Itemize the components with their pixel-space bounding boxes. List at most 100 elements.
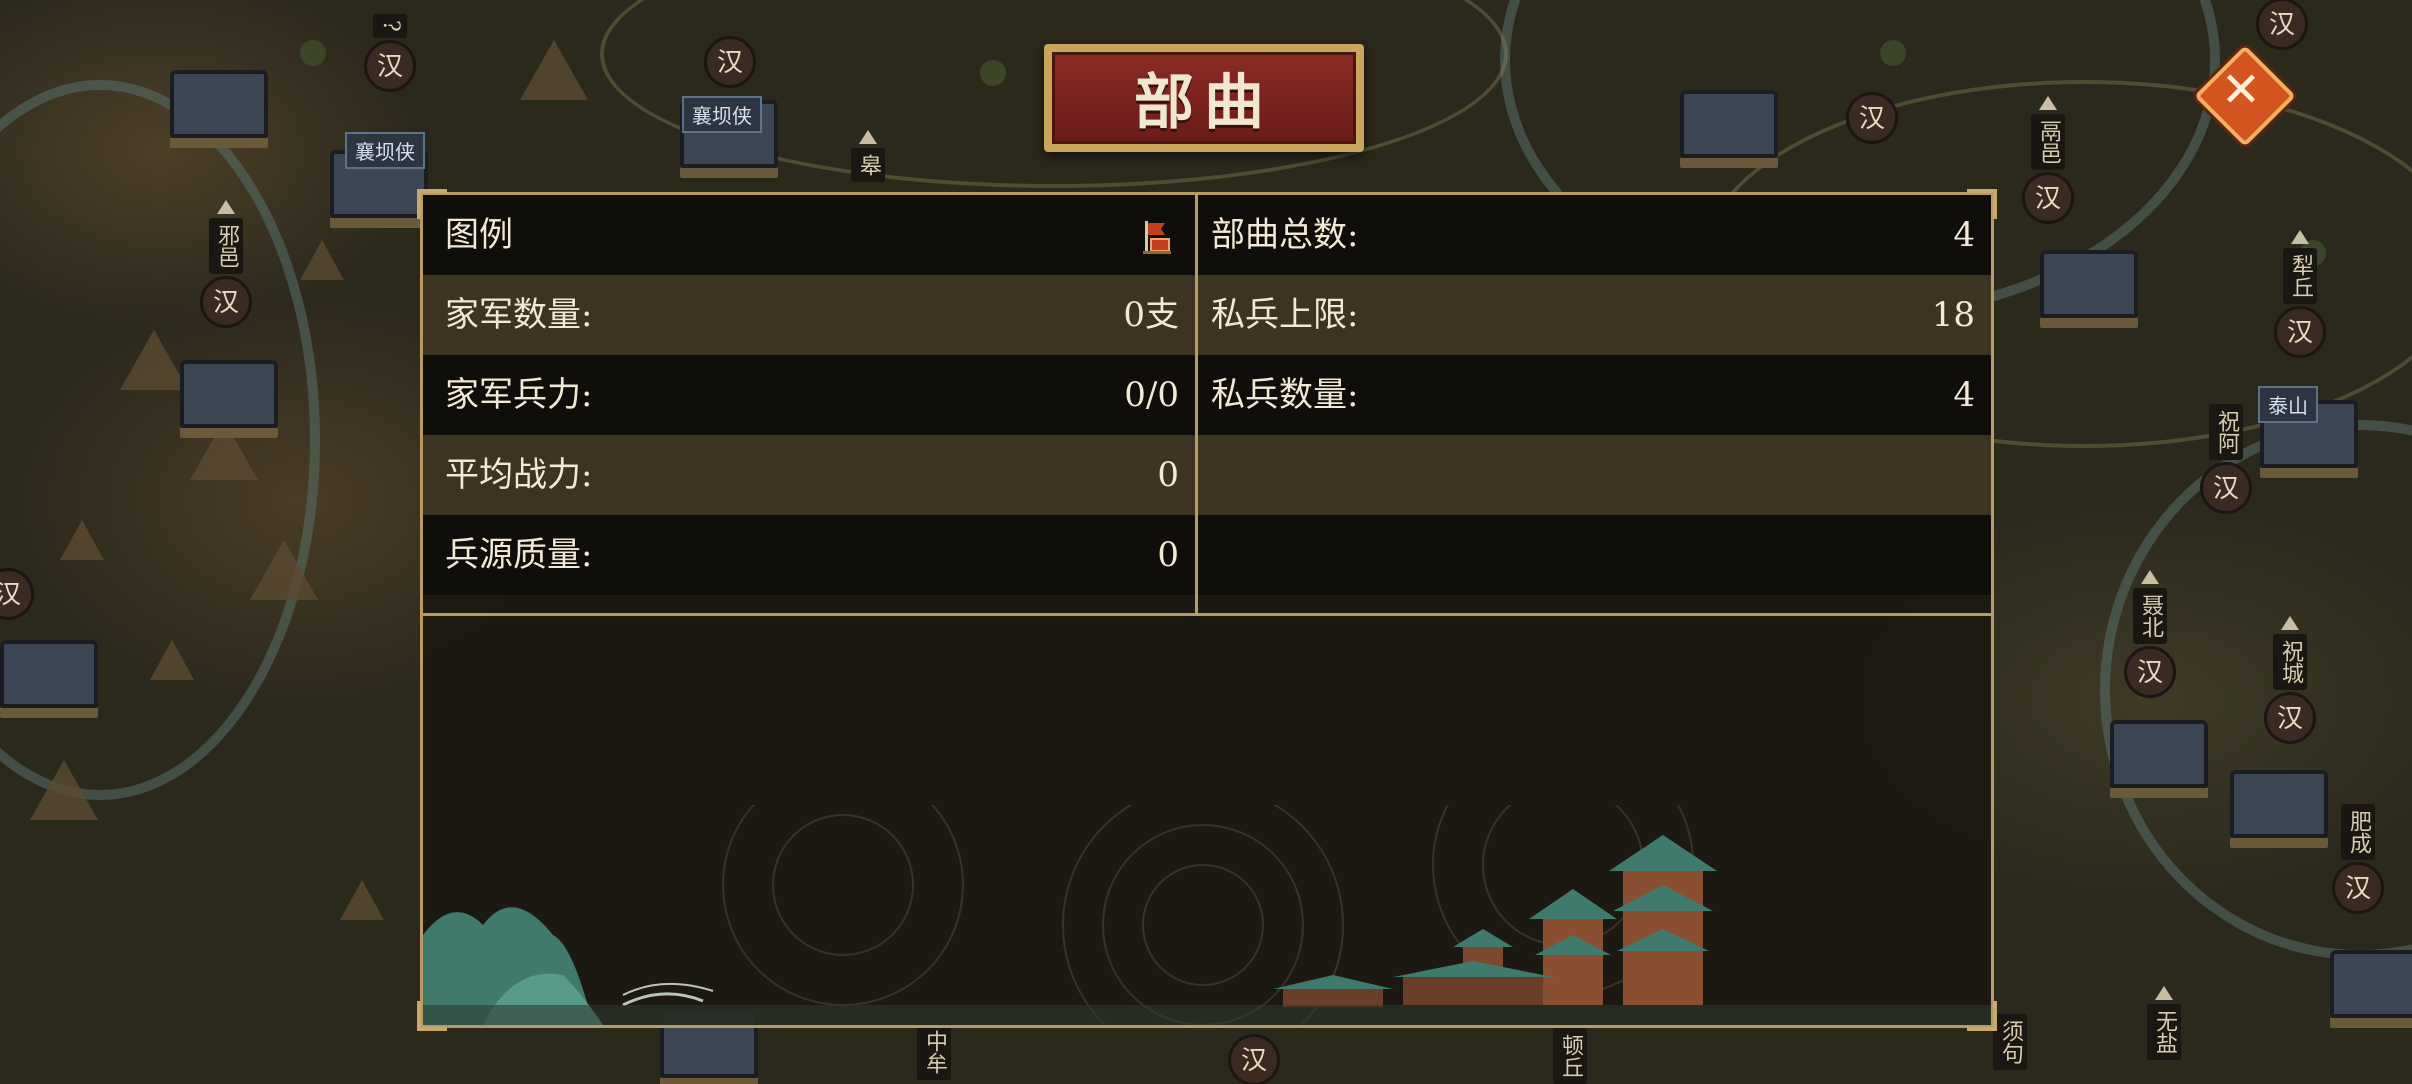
mountain [30, 760, 98, 820]
city-seal: 汉 [2200, 462, 2252, 514]
tree [1880, 40, 1906, 66]
city-seal: 汉 [2022, 172, 2074, 224]
mountain [520, 40, 588, 100]
table-row: 平均战力: 0 [423, 435, 1991, 515]
city-building[interactable] [2040, 250, 2138, 318]
city-name: 邪邑 [209, 218, 243, 274]
recruit-quality-value: 0 [1157, 535, 1179, 575]
city-seal: 汉 [1228, 1034, 1280, 1084]
page-title: 部曲 [1134, 68, 1274, 138]
private-troops-cap-value: 18 [1931, 295, 1975, 335]
city-building[interactable] [2110, 720, 2208, 788]
map-city-marker[interactable]: 犁丘 汉 [2270, 230, 2330, 358]
map-city-marker[interactable]: 邪邑 汉 [196, 200, 256, 328]
legend-label: 图例 [445, 215, 513, 255]
city-name: 犁丘 [2283, 248, 2317, 304]
map-city-marker[interactable]: 肥成 汉 [2328, 800, 2388, 914]
city-name: 皋 [851, 148, 885, 182]
city-marker-tip [2039, 96, 2057, 110]
table-row: 家军数量: 0支 私兵上限: 18 [423, 275, 1991, 355]
panel-scenery-decoration [423, 805, 1991, 1025]
map-city-seal-marker[interactable]: 汉 [700, 34, 760, 88]
city-seal: 汉 [200, 276, 252, 328]
mountain [340, 880, 384, 920]
city-name: 鬲邑 [2031, 114, 2065, 170]
map-city-marker[interactable]: 聂北 汉 [2120, 570, 2180, 698]
city-marker-tip [2141, 570, 2159, 584]
city-name: ? [373, 14, 407, 38]
mountain [60, 520, 104, 560]
city-seal: 汉 [364, 39, 416, 92]
city-building[interactable] [180, 360, 278, 428]
city-building[interactable] [0, 640, 98, 708]
title-plaque: 部曲 [1044, 44, 1364, 152]
city-seal: 汉 [704, 36, 756, 88]
city-marker-tip [2291, 230, 2309, 244]
map-city-marker[interactable]: ? 汉 [360, 10, 420, 92]
family-army-strength-value: 0/0 [1124, 375, 1179, 415]
recruit-quality-label: 兵源质量: [445, 535, 593, 575]
city-marker-tip [859, 130, 877, 144]
stats-table: 图例 部曲总数: 4 家军数量: 0支 私兵上限: 18 家军兵力: 0/0 私… [423, 195, 1991, 616]
city-building[interactable] [2230, 770, 2328, 838]
city-seal: 汉 [2256, 0, 2308, 50]
mountain [250, 540, 318, 600]
retainers-panel: 图例 部曲总数: 4 家军数量: 0支 私兵上限: 18 家军兵力: 0/0 私… [417, 189, 1997, 1031]
city-building[interactable] [170, 70, 268, 138]
private-troops-cap-label: 私兵上限: [1211, 295, 1359, 335]
average-power-value: 0 [1157, 455, 1179, 495]
map-city-marker[interactable]: 祝城 汉 [2260, 616, 2320, 744]
map-city-marker[interactable]: 鬲邑 汉 [2018, 96, 2078, 224]
city-name: 中牟 [917, 1024, 951, 1080]
mountain [300, 240, 344, 280]
private-troops-count-label: 私兵数量: [1211, 375, 1359, 415]
city-name: 肥成 [2341, 804, 2375, 860]
city-marker-tip [2281, 616, 2299, 630]
mountain [120, 330, 188, 390]
map-city-marker[interactable]: 顿丘 [1540, 1024, 1600, 1084]
city-name: 祝阿 [2209, 404, 2243, 460]
city-seal: 汉 [1846, 92, 1898, 144]
city-seal: 汉 [2332, 862, 2384, 914]
city-marker-tip [217, 200, 235, 214]
city-seal: 汉 [2274, 306, 2326, 358]
city-banner[interactable]: 襄坝侠 [682, 96, 762, 133]
army-banner-icon[interactable] [1141, 219, 1173, 255]
map-city-seal-marker[interactable]: 汉 [1224, 1032, 1284, 1084]
average-power-label: 平均战力: [445, 455, 593, 495]
city-seal: 汉 [0, 568, 34, 620]
city-building[interactable] [2330, 950, 2412, 1018]
column-divider [1195, 195, 1198, 613]
map-city-marker[interactable]: 祝阿 汉 [2196, 400, 2256, 514]
city-name: 聂北 [2133, 588, 2167, 644]
city-banner[interactable]: 襄坝侠 [345, 132, 425, 169]
family-army-count-value: 0支 [1123, 295, 1179, 335]
mountain [190, 420, 258, 480]
city-name: 无盐 [2147, 1004, 2181, 1060]
city-name: 祝城 [2273, 634, 2307, 690]
city-banner[interactable]: 泰山 [2258, 386, 2318, 423]
mountain [150, 640, 194, 680]
city-seal: 汉 [2264, 692, 2316, 744]
family-army-count-label: 家军数量: [445, 295, 593, 335]
total-retainers-label: 部曲总数: [1211, 215, 1359, 255]
close-icon: ✕ [2220, 62, 2262, 118]
table-row: 图例 部曲总数: 4 [423, 195, 1991, 275]
tree [980, 60, 1006, 86]
map-city-seal-marker[interactable]: 汉 [0, 566, 38, 620]
city-building[interactable] [1680, 90, 1778, 158]
total-retainers-value: 4 [1953, 215, 1975, 255]
city-name: 须句 [1993, 1014, 2027, 1070]
map-city-marker[interactable]: 中牟 [904, 1020, 964, 1080]
map-city-marker[interactable]: 无盐 [2134, 986, 2194, 1060]
private-troops-count-value: 4 [1953, 375, 1975, 415]
map-city-seal-marker[interactable]: 汉 [2252, 0, 2312, 50]
city-marker-tip [2155, 986, 2173, 1000]
table-row: 家军兵力: 0/0 私兵数量: 4 [423, 355, 1991, 435]
city-seal: 汉 [2124, 646, 2176, 698]
family-army-strength-label: 家军兵力: [445, 375, 593, 415]
close-button[interactable]: ✕ [2194, 45, 2296, 147]
map-city-seal-marker[interactable]: 汉 [1842, 90, 1902, 144]
table-row: 兵源质量: 0 [423, 515, 1991, 595]
map-city-marker[interactable]: 皋 [838, 130, 898, 182]
